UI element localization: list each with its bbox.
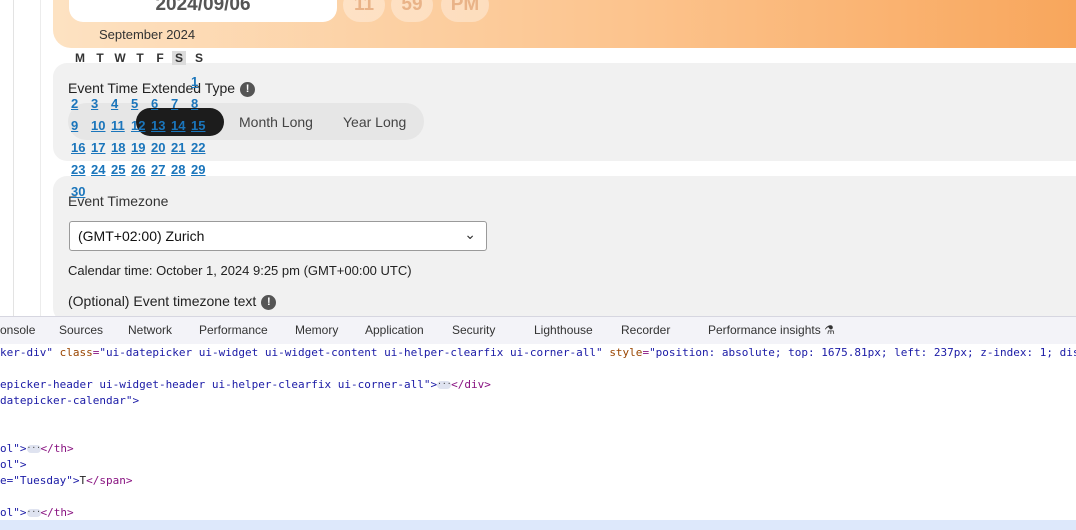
tab-application[interactable]: Application [365,323,424,337]
tab-sources[interactable]: Sources [59,323,103,337]
elements-panel: ker-div" class="ui-datepicker ui-widget … [0,344,1076,530]
calendar-day[interactable]: 25 [111,162,125,177]
calendar-day[interactable]: 17 [91,140,105,155]
calendar-day[interactable]: 14 [171,118,185,133]
tab-recorder[interactable]: Recorder [621,323,670,337]
timezone-text-label: (Optional) Event timezone text! [68,293,277,310]
datepicker-title: September 2024 [99,27,196,42]
dom-node-line[interactable]: ker-div" class="ui-datepicker ui-widget … [0,346,1076,359]
event-type-label: Event Time Extended Type! [68,80,256,97]
calendar-day[interactable]: 29 [191,162,205,177]
calendar-day[interactable]: 9 [71,118,78,133]
calendar-day[interactable]: 2 [71,96,78,111]
dom-node-line[interactable]: datepicker-calendar"> [0,394,139,407]
dom-node-line[interactable]: ol">···</th> [0,506,74,519]
calendar-day[interactable]: 16 [71,140,85,155]
calendar-day[interactable]: 5 [131,96,138,111]
calendar-day[interactable]: 11 [111,118,125,133]
year-long-option[interactable]: Year Long [343,114,406,130]
calendar-day[interactable]: 30 [71,184,85,199]
calendar-day[interactable]: 27 [151,162,165,177]
weekday-header: F [156,51,164,65]
calendar-day[interactable]: 28 [171,162,185,177]
dom-node-line[interactable]: ol">···</th> [0,442,74,455]
collapsed-ellipsis-icon[interactable]: ··· [26,444,41,453]
tab-console[interactable]: onsole [0,323,35,337]
calendar-day[interactable]: 13 [151,118,165,133]
calendar-day[interactable]: 19 [131,140,145,155]
tab-security[interactable]: Security [452,323,495,337]
dom-node-line[interactable]: e="Tuesday">T</span> [0,474,132,487]
calendar-day[interactable]: 22 [191,140,205,155]
calendar-day[interactable]: 24 [91,162,105,177]
weekday-header: T [96,51,104,65]
tab-lighthouse[interactable]: Lighthouse [534,323,593,337]
info-icon[interactable]: ! [240,81,256,97]
weekday-header: M [75,51,85,65]
left-border [13,0,14,316]
left-border-inner [40,0,41,316]
chevron-down-icon: ⌄ [464,226,476,242]
dom-node-line[interactable]: epicker-header ui-widget-header ui-helpe… [0,378,491,391]
tab-performance-insights-label: Performance insights [708,323,821,337]
calendar-day[interactable]: 18 [111,140,125,155]
calendar-day[interactable]: 20 [151,140,165,155]
weekday-header: W [114,51,126,65]
weekday-header: S [194,51,203,65]
weekday-header: T [136,51,144,65]
calendar-day[interactable]: 23 [71,162,85,177]
timezone-value: (GMT+02:00) Zurich [78,228,205,244]
calendar-day[interactable]: 4 [111,96,118,111]
calendar-day[interactable]: 3 [91,96,98,111]
calendar-day[interactable]: 8 [191,96,198,111]
calendar-time-text: Calendar time: October 1, 2024 9:25 pm (… [68,263,412,278]
calendar-day[interactable]: 26 [131,162,145,177]
info-icon[interactable]: ! [261,294,277,310]
weekday-header: S [172,51,186,65]
calendar-day[interactable]: 15 [191,118,205,133]
calendar-day[interactable]: 6 [151,96,158,111]
tab-performance[interactable]: Performance [199,323,268,337]
selected-dom-node[interactable] [0,520,1076,530]
dom-node-line[interactable]: ol"> [0,458,27,471]
tab-memory[interactable]: Memory [295,323,338,337]
tab-performance-insights[interactable]: Performance insights ⚗ [708,323,835,337]
calendar-day[interactable]: 21 [171,140,185,155]
date-input[interactable]: 2024/09/06 [69,0,337,22]
calendar-day[interactable]: 10 [91,118,105,133]
ampm-select[interactable]: PM [441,0,489,22]
collapsed-ellipsis-icon[interactable]: ··· [26,508,41,517]
flask-icon: ⚗ [824,323,835,337]
collapsed-ellipsis-icon[interactable]: ··· [437,380,452,389]
devtools-tab-bar: onsole Sources Network Performance Memor… [0,316,1076,345]
tab-network[interactable]: Network [128,323,172,337]
calendar-day[interactable]: 1 [191,74,198,89]
month-long-option[interactable]: Month Long [239,114,313,130]
calendar-day[interactable]: 7 [171,96,178,111]
timezone-select[interactable]: (GMT+02:00) Zurich ⌄ [69,221,487,251]
calendar-day[interactable]: 12 [131,118,145,133]
